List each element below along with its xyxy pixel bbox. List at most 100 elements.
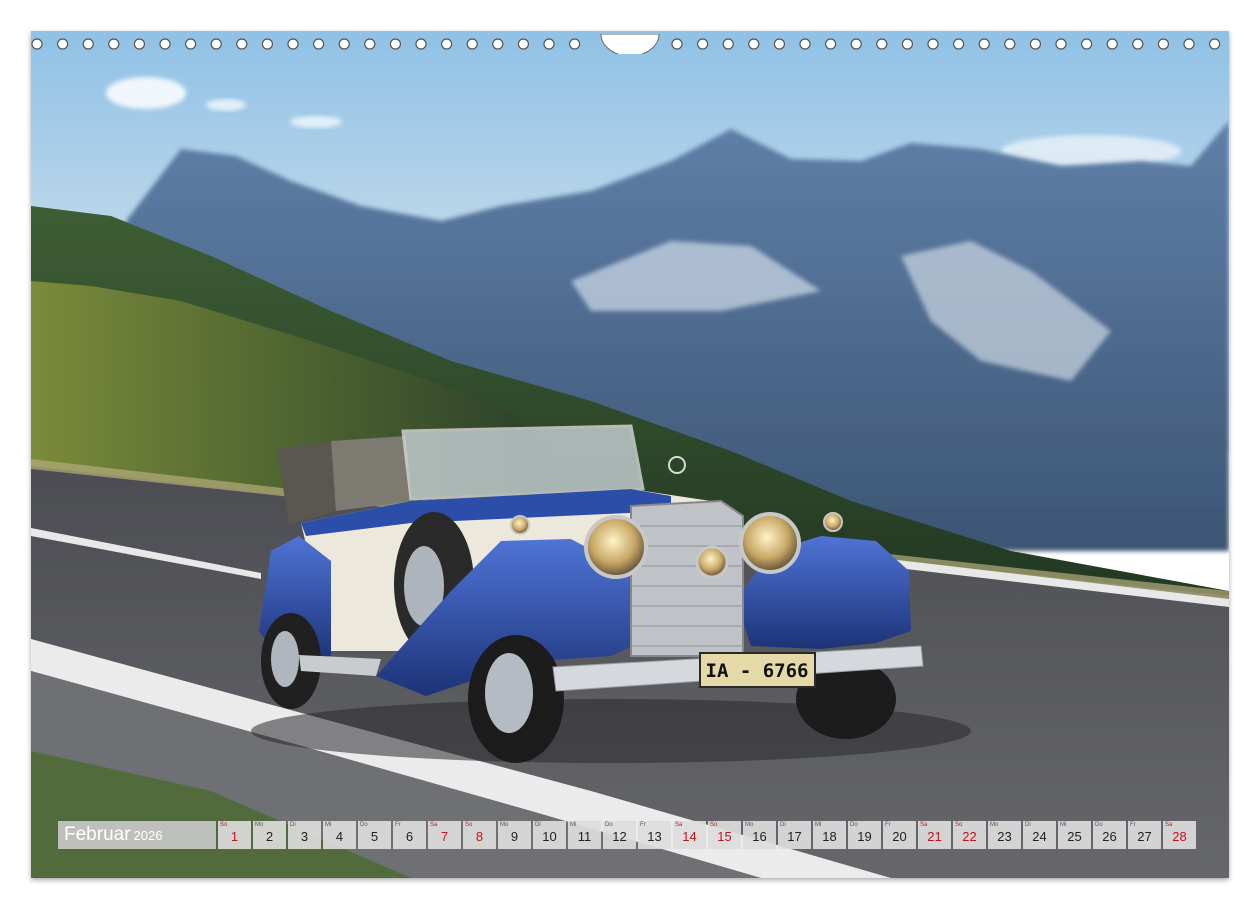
- day-number: 24: [1032, 829, 1047, 844]
- day-cell: Di 10: [533, 821, 566, 849]
- day-number: 25: [1067, 829, 1082, 844]
- binding-hole: [1080, 38, 1093, 50]
- day-cell: So 8: [463, 821, 496, 849]
- weekday-abbr: So: [465, 822, 473, 828]
- day-number: 5: [370, 829, 379, 844]
- day-cell: Mo 2: [253, 821, 286, 849]
- day-cell: Di 17: [778, 821, 811, 849]
- weekday-abbr: Do: [360, 822, 368, 828]
- calendar-page: IA - 6766: [31, 31, 1229, 878]
- day-number: 23: [997, 829, 1012, 844]
- day-cell: Mi 4: [323, 821, 356, 849]
- binding-hole: [415, 38, 427, 50]
- weekday-abbr: Di: [290, 822, 296, 828]
- day-number: 27: [1137, 829, 1152, 844]
- day-number: 21: [927, 829, 942, 844]
- spiral-binding: [31, 34, 1229, 54]
- day-number: 2: [265, 829, 274, 844]
- vintage-car-photo: IA - 6766: [31, 31, 1229, 878]
- day-cell: Mi 18: [813, 821, 846, 849]
- weekday-abbr: Mo: [500, 822, 509, 828]
- binding-hole: [389, 38, 401, 50]
- day-cell: Do 26: [1093, 821, 1126, 849]
- weekday-abbr: Do: [1095, 822, 1103, 828]
- weekday-abbr: So: [955, 822, 963, 828]
- month-label: Februar 2026: [58, 821, 216, 849]
- binding-hole: [1183, 38, 1195, 50]
- day-number: 20: [892, 829, 907, 844]
- day-cell: Di 3: [288, 821, 321, 849]
- day-number: 18: [822, 829, 837, 844]
- day-number: 9: [510, 829, 519, 844]
- binding-hole: [57, 38, 69, 50]
- binding-hole: [338, 38, 350, 50]
- day-number: 8: [475, 829, 484, 844]
- weekday-abbr: Mi: [1060, 822, 1067, 828]
- day-cell: Do 12: [603, 821, 636, 849]
- day-number: 22: [962, 829, 977, 844]
- day-number: 13: [647, 829, 662, 844]
- binding-hole: [799, 38, 811, 50]
- binding-hole: [210, 38, 222, 50]
- binding-hole: [850, 38, 862, 50]
- binding-hole: [364, 38, 376, 50]
- day-number: 7: [440, 829, 449, 844]
- binding-hole: [1132, 38, 1144, 50]
- day-cell: Sa 21: [918, 821, 951, 849]
- day-number: 14: [682, 829, 697, 844]
- weekday-abbr: Fr: [395, 822, 401, 828]
- binding-hole: [82, 38, 94, 50]
- day-number: 4: [335, 829, 344, 844]
- day-number: 26: [1102, 829, 1117, 844]
- day-cell: So 1: [218, 821, 251, 849]
- month-name: Februar: [64, 824, 131, 845]
- binding-hole: [696, 38, 709, 50]
- day-number: 19: [857, 829, 872, 844]
- weekday-abbr: Fr: [885, 822, 891, 828]
- day-number: 1: [230, 829, 239, 844]
- day-number: 12: [612, 829, 627, 844]
- weekday-abbr: Mi: [325, 822, 332, 828]
- year-label: 2026: [133, 828, 163, 843]
- weekday-abbr: So: [220, 822, 228, 828]
- day-cell: Do 19: [848, 821, 881, 849]
- binding-hole: [108, 38, 120, 50]
- binding-hole: [952, 38, 965, 50]
- day-cell: Fr 20: [883, 821, 916, 849]
- binding-hole: [824, 38, 837, 50]
- weekday-abbr: Fr: [1130, 822, 1136, 828]
- weekday-abbr: Di: [1025, 822, 1031, 828]
- binding-hole: [159, 38, 171, 50]
- weekday-abbr: Sa: [920, 822, 928, 828]
- binding-hole: [261, 38, 273, 50]
- binding-hole: [441, 38, 453, 50]
- weekday-abbr: Sa: [430, 822, 438, 828]
- weekday-abbr: Di: [535, 822, 541, 828]
- weekday-abbr: Di: [780, 822, 786, 828]
- binding-hole: [1004, 38, 1016, 50]
- day-cells: So 1 Mo 2 Di 3 Mi 4 Do 5 Fr 6 Sa 7 So 8 Mo 9 Di 10 Mi 11 Do 12 F…: [218, 821, 1198, 849]
- day-cell: Mo 16: [743, 821, 776, 849]
- day-number: 10: [542, 829, 557, 844]
- day-number: 3: [300, 829, 309, 844]
- weekday-abbr: Mi: [570, 822, 577, 828]
- day-cell: So 15: [708, 821, 741, 849]
- day-cell: Fr 6: [393, 821, 426, 849]
- weekday-abbr: So: [710, 822, 718, 828]
- binding-hole: [773, 38, 786, 50]
- day-cell: Sa 28: [1163, 821, 1196, 849]
- binding-hole: [1055, 38, 1067, 50]
- hanger-notch-icon: [600, 34, 660, 54]
- binding-hole: [1029, 38, 1042, 50]
- day-number: 15: [717, 829, 732, 844]
- binding-hole: [31, 38, 43, 50]
- day-number: 28: [1172, 829, 1187, 844]
- binding-hole: [313, 38, 325, 50]
- day-number: 16: [752, 829, 767, 844]
- binding-hole: [133, 38, 146, 50]
- day-cell: Di 24: [1023, 821, 1056, 849]
- binding-hole: [466, 38, 478, 50]
- day-number: 17: [787, 829, 802, 844]
- weekday-abbr: Mo: [745, 822, 754, 828]
- calendar-strip: Februar 2026 So 1 Mo 2 Di 3 Mi 4 Do 5 Fr 6 Sa 7 So 8 Mo 9 D…: [58, 821, 1198, 849]
